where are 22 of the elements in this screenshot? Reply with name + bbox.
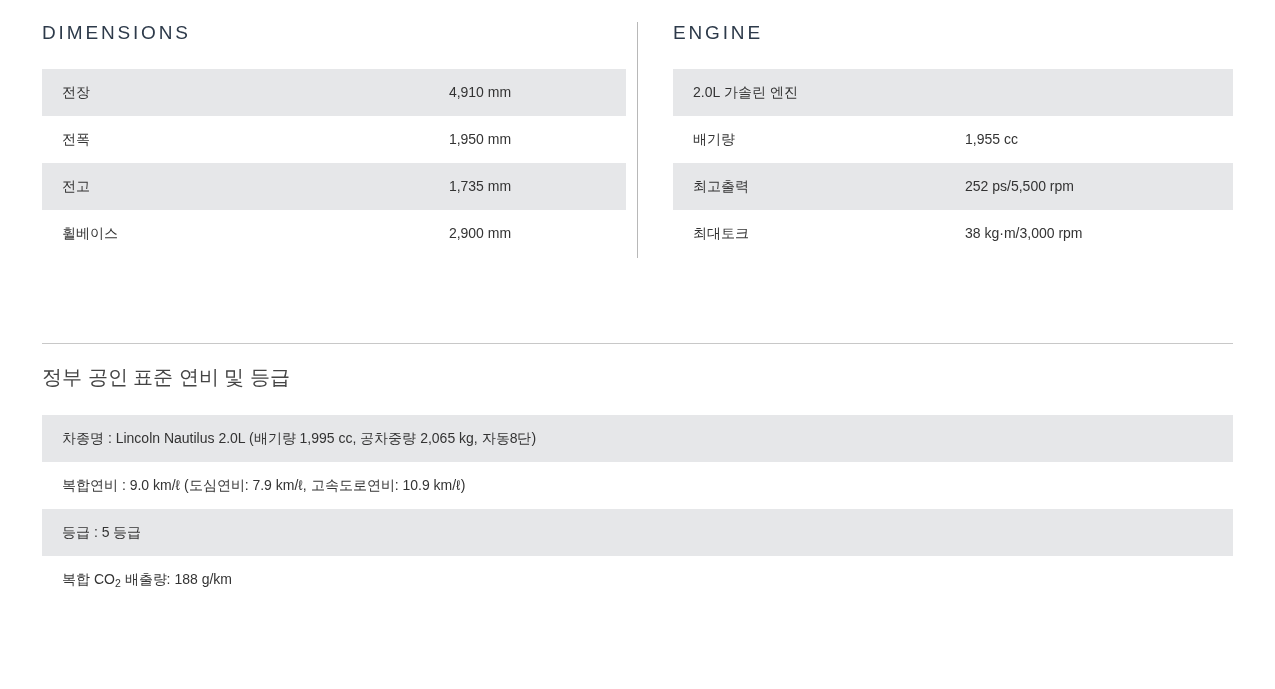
spec-label: 전고 <box>61 177 91 196</box>
spec-value: 252 ps/5,500 rpm <box>965 177 1074 196</box>
spec-label: 배기량 <box>692 130 736 149</box>
spec-value: 38 kg·m/3,000 rpm <box>965 224 1083 243</box>
spec-value: 1,950 mm <box>447 130 513 149</box>
info-text: 등급 : 5 등급 <box>62 523 142 542</box>
section-title: DIMENSIONS <box>42 23 192 42</box>
info-text: 복합 CO$_{2}$ 배출량: 188 g/km <box>62 570 232 590</box>
spec-value: 1,735 mm <box>447 177 513 196</box>
spec-label: 최대토크 <box>692 224 750 243</box>
section-title: ENGINE <box>673 23 764 42</box>
section-title: 정부 공인 표준 연비 및 등급 <box>42 365 290 390</box>
engine-type: 2.0L 가솔린 엔진 <box>692 83 798 102</box>
info-text: 차종명 : Lincoln Nautilus 2.0L (배기량 1,995 cc, 공차중량 2,065 kg, 자동8단) <box>62 429 537 448</box>
spec-value: 1,955 cc <box>965 130 1018 149</box>
spec-label: 휠베이스 <box>61 224 119 243</box>
info-text: 복합연비 : 9.0 km/ℓ (도심연비: 7.9 km/ℓ, 고속도로연비: 10.9 km/ℓ) <box>62 476 466 495</box>
spec-label: 전장 <box>61 83 91 102</box>
spec-label: 전폭 <box>61 130 91 149</box>
spec-value: 2,900 mm <box>447 224 513 243</box>
spec-label: 최고출력 <box>692 177 750 196</box>
spec-value: 4,910 mm <box>447 83 513 102</box>
